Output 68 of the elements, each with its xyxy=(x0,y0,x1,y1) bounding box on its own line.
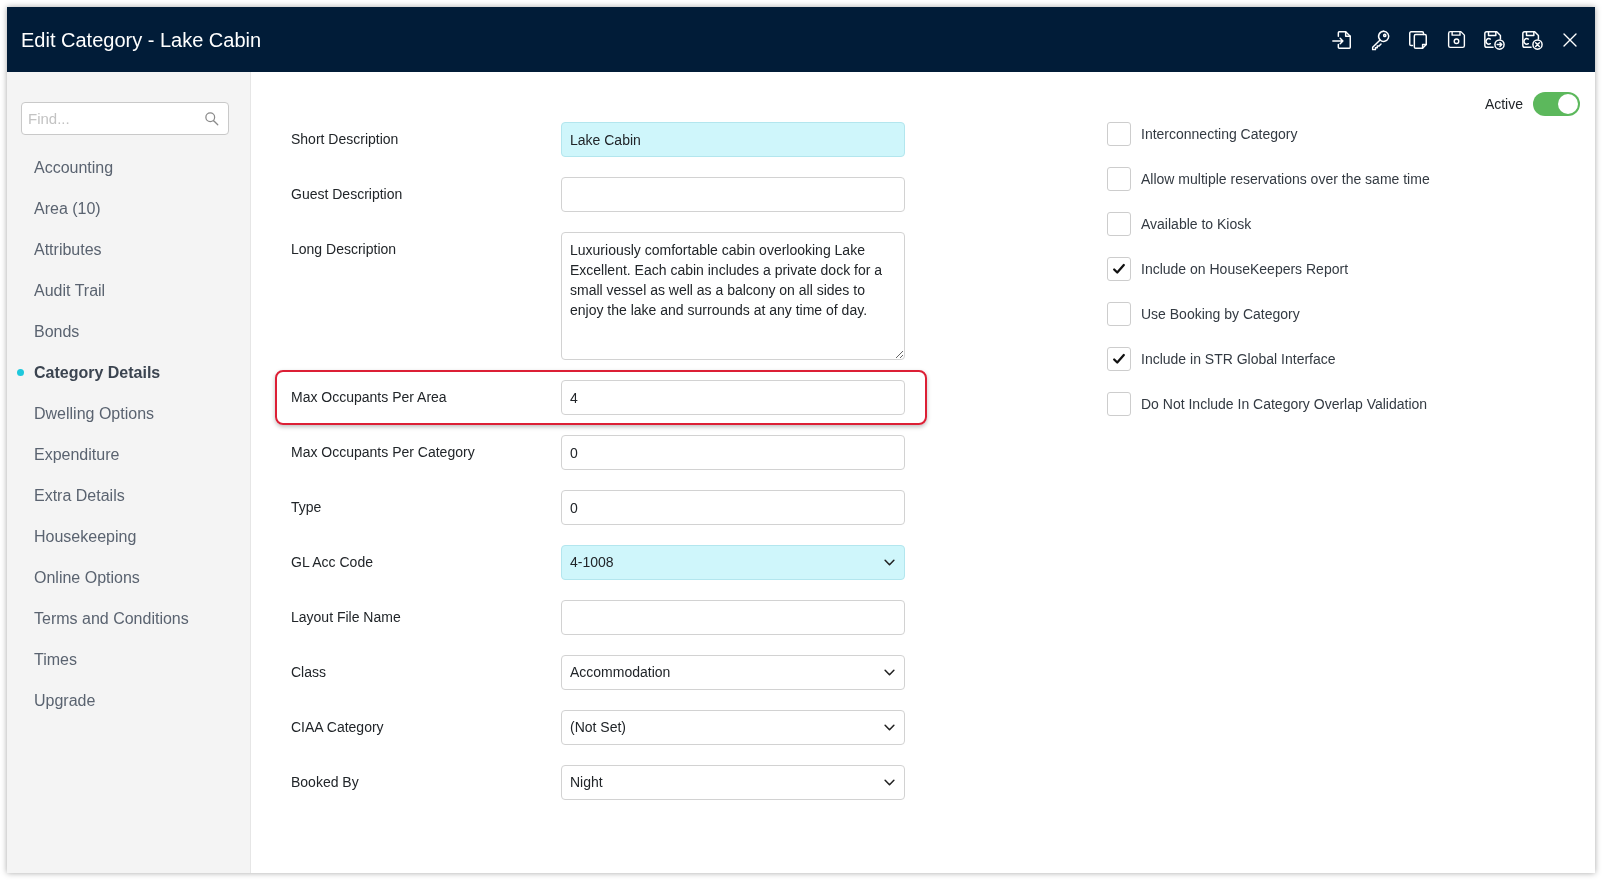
text-field[interactable]: 4 xyxy=(561,380,905,415)
sidebar-item[interactable]: Attributes xyxy=(34,237,102,262)
sidebar-item[interactable]: Online Options xyxy=(34,565,140,590)
text-field[interactable]: 0 xyxy=(561,435,905,470)
field-label: Booked By xyxy=(291,773,359,792)
checkbox-label: Interconnecting Category xyxy=(1141,124,1298,144)
checkbox-label: Allow multiple reservations over the same time xyxy=(1141,169,1430,189)
checkbox-label: Include in STR Global Interface xyxy=(1141,349,1336,369)
checkbox-label: Available to Kiosk xyxy=(1141,214,1252,234)
sidebar-item[interactable]: Expenditure xyxy=(34,442,120,467)
chevron-down-icon xyxy=(884,669,895,676)
text-field[interactable] xyxy=(561,177,905,212)
key-icon[interactable] xyxy=(1369,28,1391,51)
sidebar-item[interactable]: Audit Trail xyxy=(34,278,106,303)
select-field[interactable]: 4-1008 xyxy=(561,545,905,580)
sidebar-item[interactable]: Area (10) xyxy=(34,196,101,221)
sidebar-item[interactable]: Accounting xyxy=(34,155,114,180)
select-field[interactable]: Night xyxy=(561,765,905,800)
field-label: Max Occupants Per Category xyxy=(291,443,475,462)
field-label: GL Acc Code xyxy=(291,553,373,572)
select-field[interactable]: (Not Set) xyxy=(561,710,905,745)
checkbox[interactable] xyxy=(1107,167,1131,191)
checkbox-label: Include on HouseKeepers Report xyxy=(1141,259,1349,279)
sidebar-item[interactable]: Extra Details xyxy=(34,483,125,508)
checkbox-label: Do Not Include In Category Overlap Validation xyxy=(1141,394,1428,414)
sidebar-item[interactable]: Terms and Conditions xyxy=(34,606,189,631)
field-label: Long Description xyxy=(291,240,397,259)
field-label: Max Occupants Per Area xyxy=(291,388,447,407)
checkbox[interactable] xyxy=(1107,257,1131,281)
checkmark-icon xyxy=(1112,352,1126,366)
floppy-arrow-icon[interactable] xyxy=(1482,28,1506,51)
field-label: CIAA Category xyxy=(291,718,384,737)
search-field[interactable]: Find... xyxy=(21,102,229,135)
chevron-down-icon xyxy=(884,779,895,786)
text-field[interactable] xyxy=(561,600,905,635)
sidebar-item[interactable]: Upgrade xyxy=(34,688,96,713)
checkbox[interactable] xyxy=(1107,392,1131,416)
field-label: Short Description xyxy=(291,130,399,149)
copy-icon[interactable] xyxy=(1407,28,1429,51)
text-field[interactable]: Lake Cabin xyxy=(561,122,905,157)
checkbox-label: Use Booking by Category xyxy=(1141,304,1300,324)
chevron-down-icon xyxy=(884,559,895,566)
file-arrow-icon[interactable] xyxy=(1331,28,1353,51)
save-icon[interactable] xyxy=(1445,29,1467,50)
field-label: Class xyxy=(291,663,326,682)
search-icon[interactable] xyxy=(204,111,219,126)
sidebar-item[interactable]: Housekeeping xyxy=(34,524,137,549)
toggle-label: Active xyxy=(1484,94,1523,114)
toggle-switch[interactable] xyxy=(1533,92,1580,116)
floppy-x-icon[interactable] xyxy=(1520,28,1544,51)
checkbox[interactable] xyxy=(1107,122,1131,146)
text-field[interactable]: 0 xyxy=(561,490,905,525)
field-label: Layout File Name xyxy=(291,608,401,627)
sidebar-item[interactable]: Bonds xyxy=(34,319,80,344)
textarea-field[interactable]: Luxuriously comfortable cabin overlooking Lake Excellent. Each cabin includes a private dock for a small vessel as well as a balcony on all sides to enjoy the lake and surrounds at any time of day. xyxy=(561,232,905,360)
checkbox[interactable] xyxy=(1107,347,1131,371)
window-title: Edit Category - Lake Cabin xyxy=(21,27,262,53)
sidebar-item[interactable]: Dwelling Options xyxy=(34,401,155,426)
field-label: Guest Description xyxy=(291,185,403,204)
checkbox[interactable] xyxy=(1107,212,1131,236)
bullet-dot-icon xyxy=(17,369,24,376)
checkbox[interactable] xyxy=(1107,302,1131,326)
sidebar-item[interactable]: Times xyxy=(34,647,77,672)
sidebar-item[interactable]: Category Details xyxy=(34,360,161,385)
field-label: Type xyxy=(291,498,322,517)
chevron-down-icon xyxy=(884,724,895,731)
select-field[interactable]: Accommodation xyxy=(561,655,905,690)
checkmark-icon xyxy=(1112,262,1126,276)
